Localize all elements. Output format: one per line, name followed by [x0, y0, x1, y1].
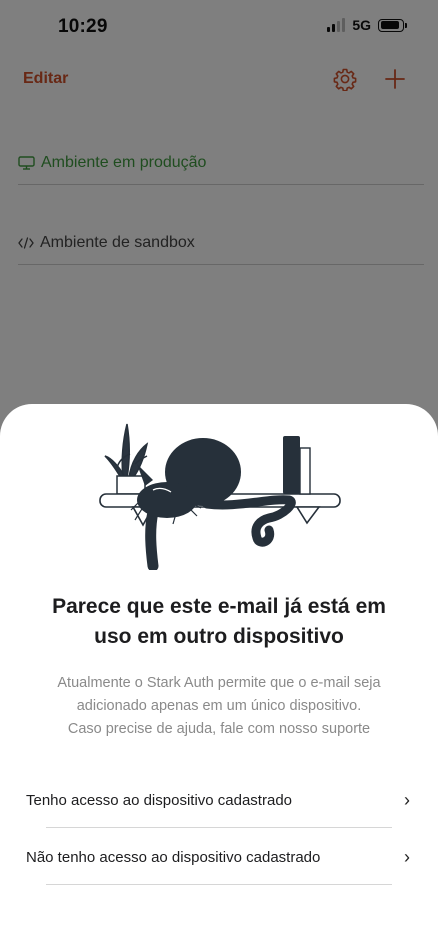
plant-icon — [104, 423, 149, 495]
option-has-access-label: Tenho acesso ao dispositivo cadastrado — [26, 791, 293, 809]
bottom-sheet: Parece que este e-mail já está em uso em… — [0, 404, 438, 947]
sheet-title-line-2: uso em outro dispositivo — [94, 625, 344, 648]
chevron-right-icon: › — [404, 846, 410, 867]
option-has-access[interactable]: Tenho acesso ao dispositivo cadastrado › — [26, 773, 412, 827]
chevron-right-icon: › — [404, 789, 410, 810]
sheet-description: Atualmente o Stark Auth permite que o e-… — [20, 672, 418, 741]
sheet-description-line-3: Caso precise de ajuda, fale com nosso su… — [67, 721, 371, 737]
option-no-access[interactable]: Não tenho acesso ao dispositivo cadastra… — [26, 830, 412, 884]
divider — [46, 884, 392, 885]
sheet-description-line-2: adicionado apenas em um único dispositiv… — [76, 698, 362, 714]
cat-icon — [130, 438, 296, 570]
option-no-access-label: Não tenho acesso ao dispositivo cadastra… — [26, 848, 321, 866]
sheet-title-line-1: Parece que este e-mail já está em — [52, 595, 386, 618]
cat-on-shelf-illustration — [99, 423, 341, 570]
divider — [46, 827, 392, 828]
sheet-title: Parece que este e-mail já está em uso em… — [20, 592, 418, 652]
sheet-description-line-1: Atualmente o Stark Auth permite que o e-… — [57, 675, 381, 691]
